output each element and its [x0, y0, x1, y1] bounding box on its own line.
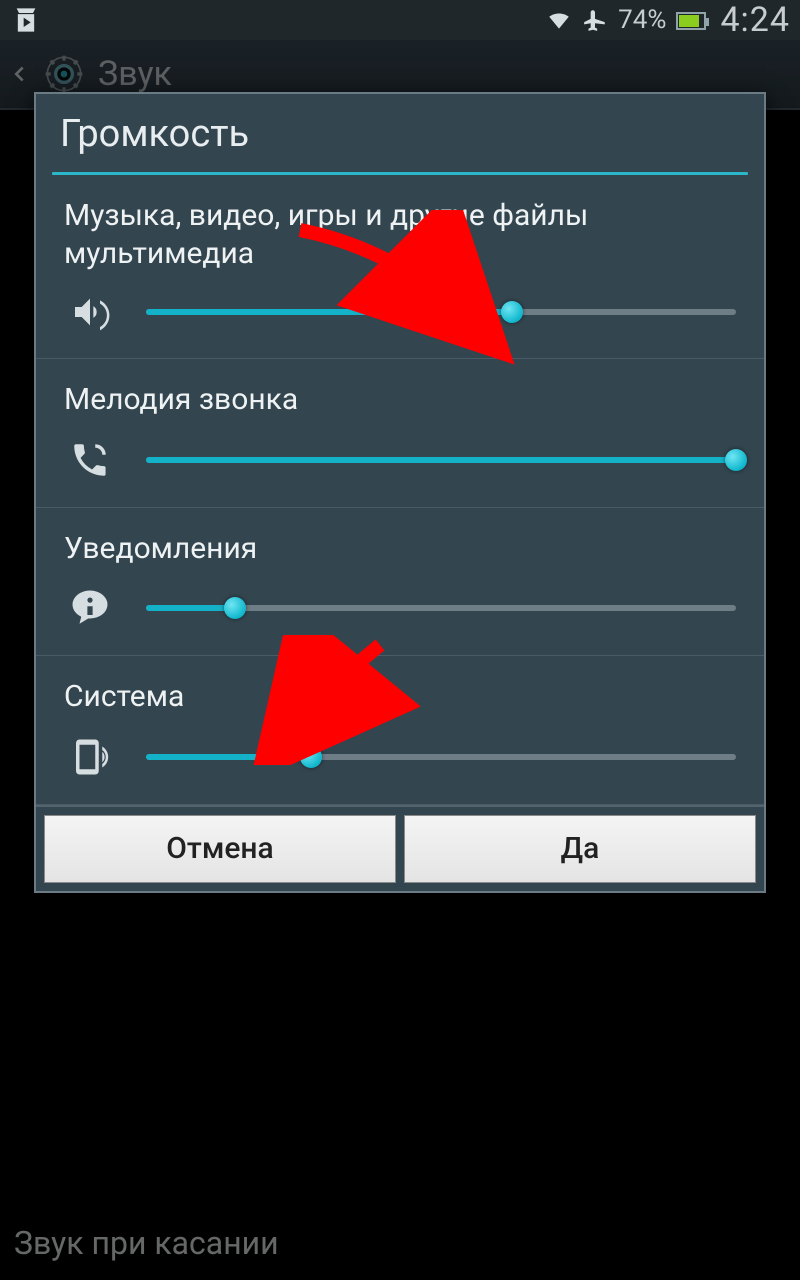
volume-row-media: Музыка, видео, игры и другие файлы мульт… [36, 175, 764, 359]
media-volume-slider[interactable] [146, 309, 736, 315]
ringtone-volume-fill [146, 457, 736, 463]
notification-volume-fill [146, 605, 235, 611]
volume-dialog: Громкость Музыка, видео, игры и другие ф… [34, 92, 766, 893]
notification-volume-thumb[interactable] [224, 597, 246, 619]
media-volume-fill [146, 309, 512, 315]
phone-ring-icon [64, 439, 116, 481]
ok-button-label: Да [561, 831, 600, 866]
ringtone-volume-slider[interactable] [146, 457, 736, 463]
device-sound-icon [64, 736, 116, 778]
battery-percent-label: 74% [618, 5, 666, 35]
volume-label-system: Система [64, 678, 736, 716]
battery-icon [676, 5, 706, 35]
volume-row-system: Система [36, 656, 764, 805]
media-volume-thumb[interactable] [501, 301, 523, 323]
wifi-icon [546, 7, 572, 33]
notification-volume-slider[interactable] [146, 605, 736, 611]
system-volume-fill [146, 754, 311, 760]
battery-fill [679, 15, 698, 27]
play-store-icon [12, 6, 40, 34]
cancel-button-label: Отмена [166, 831, 273, 866]
volume-label-notifications: Уведомления [64, 530, 736, 568]
volume-label-media: Музыка, видео, игры и другие файлы мульт… [64, 197, 736, 272]
dialog-title: Громкость [36, 94, 764, 172]
volume-label-ringtone: Мелодия звонка [64, 381, 736, 419]
ok-button[interactable]: Да [404, 815, 756, 883]
clock-label: 4:24 [720, 0, 790, 40]
volume-row-ringtone: Мелодия звонка [36, 359, 764, 508]
system-volume-thumb[interactable] [300, 746, 322, 768]
speaker-icon [64, 292, 116, 332]
notification-icon [64, 587, 116, 629]
cancel-button[interactable]: Отмена [44, 815, 396, 883]
system-volume-slider[interactable] [146, 754, 736, 760]
dialog-button-row: Отмена Да [36, 805, 764, 891]
airplane-mode-icon [582, 7, 608, 33]
status-bar: 74% 4:24 [0, 0, 800, 40]
ringtone-volume-thumb[interactable] [725, 449, 747, 471]
volume-row-notifications: Уведомления [36, 508, 764, 657]
